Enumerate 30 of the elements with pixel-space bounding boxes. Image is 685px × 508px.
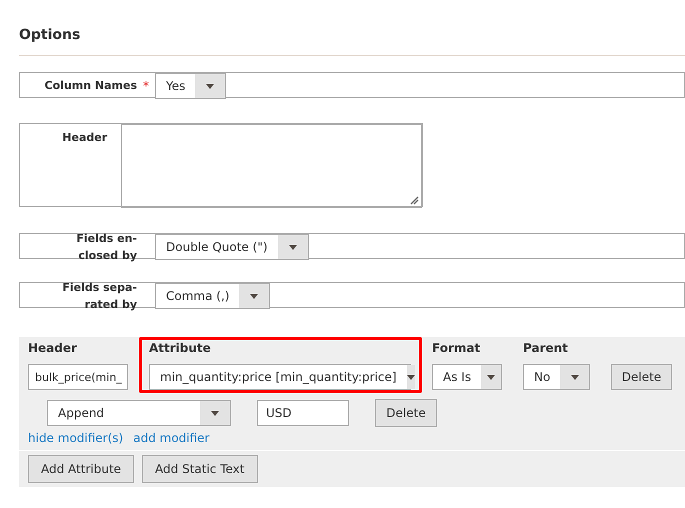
column-header: Header [28, 340, 78, 357]
column-header: Format [432, 340, 482, 357]
dropdown[interactable]: Comma (,) [155, 283, 270, 309]
section-title: Options [19, 26, 82, 44]
field-label: Column Names [44, 78, 137, 94]
caret-icon [570, 374, 579, 380]
link[interactable]: add modifier [133, 431, 210, 445]
delete-button[interactable]: Delete [375, 399, 437, 427]
add-button[interactable]: Add Static Text [142, 455, 258, 483]
input-field[interactable]: bulk_price(min_ [28, 364, 128, 390]
dropdown[interactable]: No [523, 364, 590, 390]
caret-icon [211, 410, 219, 416]
dropdown[interactable]: As Is [432, 364, 502, 390]
caret-icon [206, 84, 214, 88]
column-header: Attribute [149, 340, 212, 357]
dropdown[interactable]: Double Quote (") [155, 234, 309, 260]
field-label: Header [61, 130, 108, 145]
caret-icon [406, 374, 415, 380]
resize-handle-icon[interactable] [410, 196, 419, 205]
input-field[interactable]: USD [257, 400, 349, 426]
required-mark: * [143, 79, 149, 95]
column-header: Parent [523, 340, 569, 357]
delete-button[interactable]: Delete [611, 364, 672, 390]
dropdown[interactable]: Yes [155, 73, 226, 99]
dropdown[interactable]: Append [47, 400, 231, 426]
caret-icon [288, 244, 297, 250]
link[interactable]: hide modifier(s) [28, 431, 124, 445]
add-button[interactable]: Add Attribute [28, 455, 134, 483]
caret-icon [487, 374, 496, 380]
caret-icon [250, 294, 258, 298]
